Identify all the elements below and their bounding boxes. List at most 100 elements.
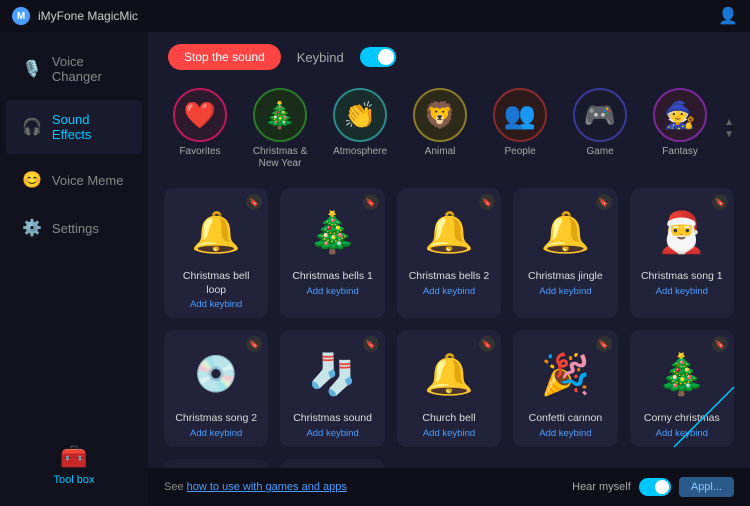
sidebar-label-voice-changer: Voice Changer xyxy=(52,54,126,84)
hear-myself-label: Hear myself xyxy=(572,481,631,493)
sidebar-label-sound-effects: Sound Effects xyxy=(52,112,126,142)
sound-card-christmas-bell-loop[interactable]: 🔖 🔔 Christmas bell loop Add keybind xyxy=(164,188,268,318)
category-game[interactable]: 🎮 Game xyxy=(564,82,636,176)
sound-icon-5: 🎅 xyxy=(650,200,714,264)
sound-badge-1: 🔖 xyxy=(246,194,262,210)
christmas-label: Christmas & New Year xyxy=(248,146,312,170)
sound-name-6: Christmas song 2 xyxy=(175,412,257,426)
sound-name-5: Christmas song 1 xyxy=(641,270,723,284)
atmosphere-icon-circle: 👏 xyxy=(333,88,387,142)
sidebar-label-voice-meme: Voice Meme xyxy=(52,173,124,188)
category-people[interactable]: 👥 People xyxy=(484,82,556,176)
sound-card-christmas-sound[interactable]: 🔖 🧦 Christmas sound Add keybind xyxy=(280,330,384,447)
toolbox-icon: 🧰 xyxy=(60,444,87,470)
sound-badge-2: 🔖 xyxy=(363,194,379,210)
sidebar-item-voice-meme[interactable]: 😊 Voice Meme xyxy=(6,158,142,202)
sound-card-confetti-cannon[interactable]: 🔖 🎉 Confetti cannon Add keybind xyxy=(513,330,617,447)
category-favorites[interactable]: ❤️ Favorites xyxy=(164,82,236,176)
sound-grid-wrapper[interactable]: 🔖 🔔 Christmas bell loop Add keybind 🔖 🎄 … xyxy=(148,180,750,468)
sound-name-10: Corny christmas xyxy=(644,412,720,426)
keybind-toggle[interactable] xyxy=(360,47,396,67)
toolbox-label: Tool box xyxy=(54,474,95,486)
sound-card-christmas-song-2[interactable]: 🔖 💿 Christmas song 2 Add keybind xyxy=(164,330,268,447)
sound-icon-2: 🎄 xyxy=(301,200,365,264)
sound-keybind-3[interactable]: Add keybind xyxy=(423,286,475,297)
sidebar-item-sound-effects[interactable]: 🎧 Sound Effects xyxy=(6,100,142,154)
sound-keybind-9[interactable]: Add keybind xyxy=(539,428,591,439)
sidebar-bottom: 🧰 Tool box xyxy=(0,424,148,506)
sound-icon-4: 🔔 xyxy=(533,200,597,264)
category-atmosphere[interactable]: 👏 Atmosphere xyxy=(324,82,396,176)
sound-card-christmas-jingle[interactable]: 🔖 🔔 Christmas jingle Add keybind xyxy=(513,188,617,318)
sound-card-christmas-bells-1[interactable]: 🔖 🎄 Christmas bells 1 Add keybind xyxy=(280,188,384,318)
sound-grid: 🔖 🔔 Christmas bell loop Add keybind 🔖 🎄 … xyxy=(164,188,734,468)
sound-name-7: Christmas sound xyxy=(293,412,372,426)
sound-badge-8: 🔖 xyxy=(479,336,495,352)
sound-icon-3: 🔔 xyxy=(417,200,481,264)
sound-keybind-1[interactable]: Add keybind xyxy=(190,299,242,310)
sound-icon-9: 🎉 xyxy=(533,342,597,406)
animal-label: Animal xyxy=(425,146,456,158)
hear-myself-toggle[interactable] xyxy=(639,478,671,496)
favorites-icon-circle: ❤️ xyxy=(173,88,227,142)
fantasy-label: Fantasy xyxy=(662,146,698,158)
microphone-icon: 🎙️ xyxy=(22,59,42,79)
content-area: Stop the sound Keybind ❤️ Favorites 🎄 Ch… xyxy=(148,32,750,506)
category-row: ❤️ Favorites 🎄 Christmas & New Year 👏 At… xyxy=(164,82,716,176)
user-icon[interactable]: 👤 xyxy=(718,6,738,26)
sidebar-item-settings[interactable]: ⚙️ Settings xyxy=(6,206,142,250)
title-bar: M iMyFone MagicMic 👤 xyxy=(0,0,750,32)
sidebar-item-voice-changer[interactable]: 🎙️ Voice Changer xyxy=(6,42,142,96)
sound-card-12[interactable]: 🎵 xyxy=(280,459,384,468)
sound-card-christmas-song-1[interactable]: 🔖 🎅 Christmas song 1 Add keybind xyxy=(630,188,734,318)
game-icon-circle: 🎮 xyxy=(573,88,627,142)
sound-keybind-10[interactable]: Add keybind xyxy=(656,428,708,439)
sound-icon-10: 🎄 xyxy=(650,342,714,406)
sound-card-11[interactable]: 🎵 xyxy=(164,459,268,468)
sound-badge-7: 🔖 xyxy=(363,336,379,352)
sound-keybind-8[interactable]: Add keybind xyxy=(423,428,475,439)
sound-keybind-6[interactable]: Add keybind xyxy=(190,428,242,439)
sound-name-8: Church bell xyxy=(422,412,475,426)
scroll-down-arrow[interactable]: ▼ xyxy=(724,130,734,140)
fantasy-icon-circle: 🧙 xyxy=(653,88,707,142)
bottom-bar: See how to use with games and apps Hear … xyxy=(148,468,750,506)
headphones-icon: 🎧 xyxy=(22,117,42,137)
app-logo: M xyxy=(12,7,30,25)
main-layout: 🎙️ Voice Changer 🎧 Sound Effects 😊 Voice… xyxy=(0,32,750,506)
sound-icon-7: 🧦 xyxy=(301,342,365,406)
sound-card-church-bell[interactable]: 🔖 🔔 Church bell Add keybind xyxy=(397,330,501,447)
sound-icon-1: 🔔 xyxy=(184,200,248,264)
sound-keybind-7[interactable]: Add keybind xyxy=(306,428,358,439)
category-fantasy[interactable]: 🧙 Fantasy xyxy=(644,82,716,176)
people-label: People xyxy=(505,146,536,158)
sound-keybind-5[interactable]: Add keybind xyxy=(656,286,708,297)
toolbox-button[interactable]: 🧰 Tool box xyxy=(38,436,111,494)
apply-button[interactable]: Appl... xyxy=(679,477,734,497)
favorites-label: Favorites xyxy=(179,146,220,158)
sound-card-corny-christmas[interactable]: 🔖 🎄 Corny christmas Add keybind xyxy=(630,330,734,447)
bottom-link-text: See how to use with games and apps xyxy=(164,481,347,493)
sound-name-4: Christmas jingle xyxy=(528,270,603,284)
hear-myself-section: Hear myself Appl... xyxy=(572,477,734,497)
sound-icon-8: 🔔 xyxy=(417,342,481,406)
sound-icon-6: 💿 xyxy=(184,342,248,406)
sound-name-1: Christmas bell loop xyxy=(172,270,260,297)
christmas-icon-circle: 🎄 xyxy=(253,88,307,142)
category-animal[interactable]: 🦁 Animal xyxy=(404,82,476,176)
sound-badge-3: 🔖 xyxy=(479,194,495,210)
sound-keybind-2[interactable]: Add keybind xyxy=(306,286,358,297)
sound-badge-4: 🔖 xyxy=(596,194,612,210)
sound-badge-9: 🔖 xyxy=(596,336,612,352)
people-icon-circle: 👥 xyxy=(493,88,547,142)
category-row-wrapper: ❤️ Favorites 🎄 Christmas & New Year 👏 At… xyxy=(148,78,750,180)
sound-keybind-4[interactable]: Add keybind xyxy=(539,286,591,297)
scroll-up-arrow[interactable]: ▲ xyxy=(724,118,734,128)
game-label: Game xyxy=(586,146,613,158)
category-christmas[interactable]: 🎄 Christmas & New Year xyxy=(244,82,316,176)
sound-card-christmas-bells-2[interactable]: 🔖 🔔 Christmas bells 2 Add keybind xyxy=(397,188,501,318)
scroll-arrows: ▲ ▼ xyxy=(724,118,734,140)
sidebar-label-settings: Settings xyxy=(52,221,99,236)
how-to-use-link[interactable]: how to use with games and apps xyxy=(187,481,347,493)
stop-sound-button[interactable]: Stop the sound xyxy=(168,44,281,70)
